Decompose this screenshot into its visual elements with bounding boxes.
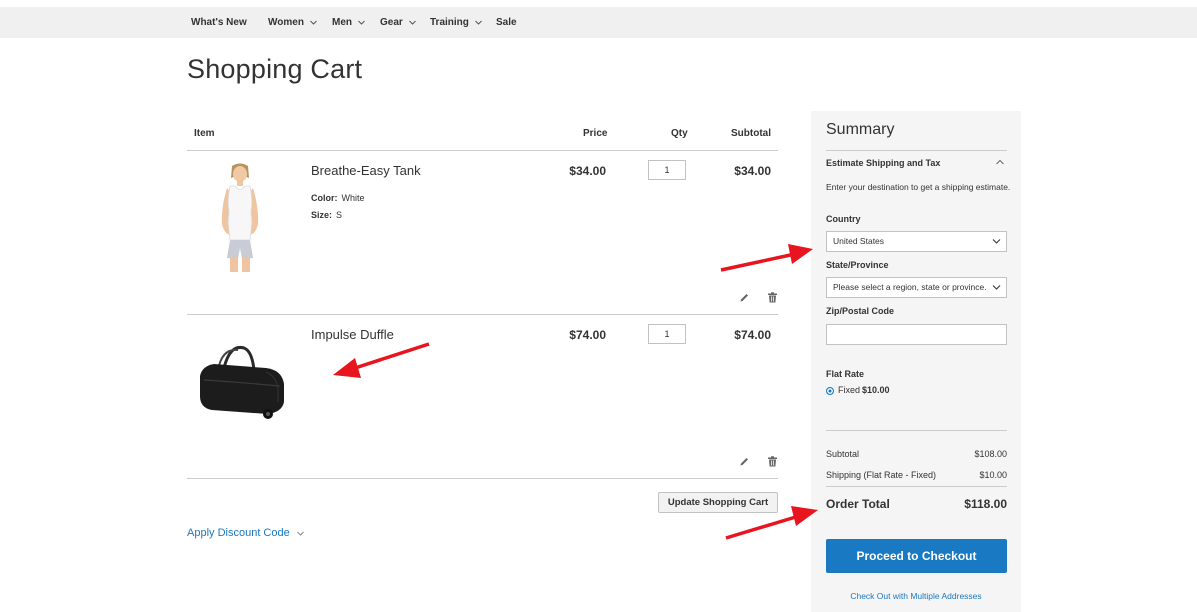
shipping-label: Shipping (Flat Rate - Fixed) xyxy=(826,470,937,480)
flat-rate-option-label: Fixed $10.00 xyxy=(838,385,890,395)
flat-rate-option: Fixed xyxy=(838,385,861,395)
nav-item-men[interactable]: Men xyxy=(332,7,366,38)
nav-item-label: Gear xyxy=(380,17,403,28)
subtotal-value: $108.00 xyxy=(974,449,1007,459)
subtotal-label: Subtotal xyxy=(826,449,860,459)
zip-input[interactable] xyxy=(826,324,1007,345)
edit-icon[interactable] xyxy=(739,292,750,303)
country-value: United States xyxy=(833,236,885,246)
nav-item-training[interactable]: Training xyxy=(430,7,483,38)
column-header-subtotal: Subtotal xyxy=(731,128,771,139)
estimate-description: Enter your destination to get a shipping… xyxy=(826,182,1011,192)
product-name-link[interactable]: Impulse Duffle xyxy=(311,327,394,342)
country-select[interactable]: United States xyxy=(826,231,1007,252)
option-label: Size: xyxy=(311,210,333,220)
annotation-arrow xyxy=(333,342,430,378)
state-label: State/Province xyxy=(826,260,889,270)
nav-item-gear[interactable]: Gear xyxy=(380,7,417,38)
option-label: Color: xyxy=(311,193,338,203)
divider xyxy=(826,430,1007,431)
nav-item-whats-new[interactable]: What's New xyxy=(191,7,247,38)
flat-rate-title: Flat Rate xyxy=(826,369,865,379)
item-price: $74.00 xyxy=(569,328,606,342)
chevron-down-icon xyxy=(474,18,483,27)
nav-item-label: Training xyxy=(430,17,469,28)
nav-item-label: Men xyxy=(332,17,352,28)
chevron-down-icon xyxy=(296,529,305,538)
cart-summary: Summary Estimate Shipping and Tax Enter … xyxy=(811,111,1021,612)
item-price: $34.00 xyxy=(569,164,606,178)
proceed-to-checkout-button[interactable]: Proceed to Checkout xyxy=(826,539,1007,573)
chevron-down-icon xyxy=(992,238,1001,245)
country-label: Country xyxy=(826,214,861,224)
order-total-label: Order Total xyxy=(826,497,890,511)
chevron-up-icon[interactable] xyxy=(995,158,1005,166)
shipping-value: $10.00 xyxy=(979,470,1007,480)
divider xyxy=(187,314,778,315)
order-total-value: $118.00 xyxy=(964,497,1007,511)
product-option-color: Color: White xyxy=(311,193,365,203)
product-image-duffle[interactable] xyxy=(196,342,288,427)
nav-item-label: What's New xyxy=(191,17,247,28)
nav-item-sale[interactable]: Sale xyxy=(496,7,517,38)
trash-icon[interactable] xyxy=(767,292,778,303)
divider xyxy=(826,150,1007,151)
nav-item-label: Women xyxy=(268,17,304,28)
chevron-down-icon xyxy=(992,284,1001,291)
flat-rate-price: $10.00 xyxy=(862,385,890,395)
product-option-size: Size: S xyxy=(311,210,342,220)
apply-discount-toggle[interactable]: Apply Discount Code xyxy=(187,527,305,539)
edit-icon[interactable] xyxy=(739,456,750,467)
chevron-down-icon xyxy=(357,18,366,27)
summary-title: Summary xyxy=(826,121,895,138)
discount-label: Apply Discount Code xyxy=(187,527,290,539)
trash-icon[interactable] xyxy=(767,456,778,467)
column-header-item: Item xyxy=(194,128,215,139)
chevron-down-icon xyxy=(309,18,318,27)
divider xyxy=(187,478,778,479)
column-header-price: Price xyxy=(583,128,608,139)
divider xyxy=(826,486,1007,487)
nav-item-label: Sale xyxy=(496,17,517,28)
annotation-arrow xyxy=(720,244,813,272)
qty-input[interactable] xyxy=(648,160,686,180)
page-title: Shopping Cart xyxy=(187,54,363,84)
item-subtotal: $74.00 xyxy=(734,328,771,342)
nav-item-women[interactable]: Women xyxy=(268,7,318,38)
product-image-tank[interactable] xyxy=(208,162,272,279)
update-cart-button[interactable]: Update Shopping Cart xyxy=(658,492,778,513)
top-nav: What's New Women Men Gear Training Sale xyxy=(0,7,1197,38)
state-select[interactable]: Please select a region, state or provinc… xyxy=(826,277,1007,298)
column-header-qty: Qty xyxy=(671,128,688,139)
option-value: White xyxy=(341,193,365,203)
flat-rate-radio[interactable] xyxy=(826,387,834,395)
item-subtotal: $34.00 xyxy=(734,164,771,178)
estimate-shipping-toggle[interactable]: Estimate Shipping and Tax xyxy=(826,158,940,168)
state-value: Please select a region, state or provinc… xyxy=(833,282,987,292)
divider xyxy=(187,150,778,151)
option-value: S xyxy=(336,210,343,220)
qty-input[interactable] xyxy=(648,324,686,344)
chevron-down-icon xyxy=(408,18,417,27)
product-name-link[interactable]: Breathe-Easy Tank xyxy=(311,163,421,178)
multi-address-checkout-link[interactable]: Check Out with Multiple Addresses xyxy=(811,591,1021,601)
zip-label: Zip/Postal Code xyxy=(826,306,895,316)
